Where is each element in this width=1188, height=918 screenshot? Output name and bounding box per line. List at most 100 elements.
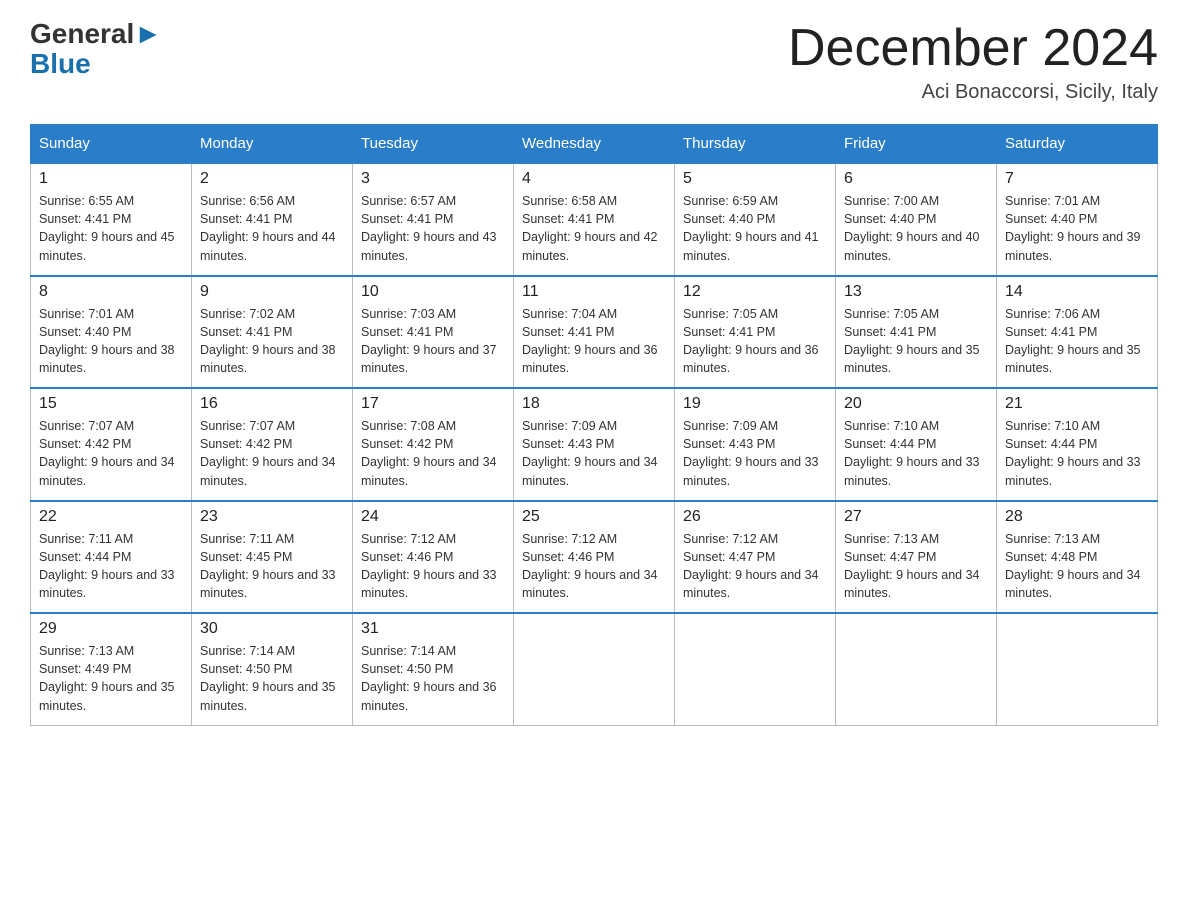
calendar-cell	[675, 613, 836, 725]
day-number: 4	[522, 170, 666, 188]
day-info: Sunrise: 7:13 AMSunset: 4:47 PMDaylight:…	[844, 530, 988, 603]
calendar-cell: 11 Sunrise: 7:04 AMSunset: 4:41 PMDaylig…	[514, 276, 675, 389]
calendar-cell: 9 Sunrise: 7:02 AMSunset: 4:41 PMDayligh…	[192, 276, 353, 389]
logo-arrow-decoration: ►	[134, 18, 162, 49]
day-number: 8	[39, 283, 183, 301]
week-row-4: 22 Sunrise: 7:11 AMSunset: 4:44 PMDaylig…	[31, 501, 1158, 614]
day-number: 13	[844, 283, 988, 301]
day-info: Sunrise: 7:00 AMSunset: 4:40 PMDaylight:…	[844, 192, 988, 265]
week-row-1: 1 Sunrise: 6:55 AMSunset: 4:41 PMDayligh…	[31, 163, 1158, 276]
weekday-header-saturday: Saturday	[997, 125, 1158, 164]
day-number: 15	[39, 395, 183, 413]
calendar-cell: 19 Sunrise: 7:09 AMSunset: 4:43 PMDaylig…	[675, 388, 836, 501]
calendar-cell: 14 Sunrise: 7:06 AMSunset: 4:41 PMDaylig…	[997, 276, 1158, 389]
week-row-2: 8 Sunrise: 7:01 AMSunset: 4:40 PMDayligh…	[31, 276, 1158, 389]
weekday-header-tuesday: Tuesday	[353, 125, 514, 164]
day-info: Sunrise: 7:09 AMSunset: 4:43 PMDaylight:…	[683, 417, 827, 490]
calendar-cell: 24 Sunrise: 7:12 AMSunset: 4:46 PMDaylig…	[353, 501, 514, 614]
logo-blue-text: Blue	[30, 48, 91, 80]
day-info: Sunrise: 7:12 AMSunset: 4:46 PMDaylight:…	[522, 530, 666, 603]
calendar-table: SundayMondayTuesdayWednesdayThursdayFrid…	[30, 124, 1158, 726]
day-info: Sunrise: 7:04 AMSunset: 4:41 PMDaylight:…	[522, 305, 666, 378]
location-subtitle: Aci Bonaccorsi, Sicily, Italy	[788, 81, 1158, 104]
day-number: 28	[1005, 508, 1149, 526]
day-info: Sunrise: 7:06 AMSunset: 4:41 PMDaylight:…	[1005, 305, 1149, 378]
day-info: Sunrise: 7:05 AMSunset: 4:41 PMDaylight:…	[844, 305, 988, 378]
calendar-cell: 7 Sunrise: 7:01 AMSunset: 4:40 PMDayligh…	[997, 163, 1158, 276]
day-info: Sunrise: 6:55 AMSunset: 4:41 PMDaylight:…	[39, 192, 183, 265]
calendar-cell	[514, 613, 675, 725]
calendar-cell: 15 Sunrise: 7:07 AMSunset: 4:42 PMDaylig…	[31, 388, 192, 501]
day-number: 30	[200, 620, 344, 638]
calendar-cell: 16 Sunrise: 7:07 AMSunset: 4:42 PMDaylig…	[192, 388, 353, 501]
calendar-cell: 27 Sunrise: 7:13 AMSunset: 4:47 PMDaylig…	[836, 501, 997, 614]
page-header: General► Blue December 2024 Aci Bonaccor…	[30, 20, 1158, 104]
calendar-cell: 29 Sunrise: 7:13 AMSunset: 4:49 PMDaylig…	[31, 613, 192, 725]
calendar-cell: 17 Sunrise: 7:08 AMSunset: 4:42 PMDaylig…	[353, 388, 514, 501]
day-info: Sunrise: 7:02 AMSunset: 4:41 PMDaylight:…	[200, 305, 344, 378]
logo-general-text: General►	[30, 20, 162, 48]
calendar-cell	[836, 613, 997, 725]
day-number: 7	[1005, 170, 1149, 188]
calendar-cell: 21 Sunrise: 7:10 AMSunset: 4:44 PMDaylig…	[997, 388, 1158, 501]
day-info: Sunrise: 7:10 AMSunset: 4:44 PMDaylight:…	[1005, 417, 1149, 490]
calendar-cell: 1 Sunrise: 6:55 AMSunset: 4:41 PMDayligh…	[31, 163, 192, 276]
day-number: 20	[844, 395, 988, 413]
day-number: 2	[200, 170, 344, 188]
day-info: Sunrise: 7:11 AMSunset: 4:44 PMDaylight:…	[39, 530, 183, 603]
calendar-cell: 31 Sunrise: 7:14 AMSunset: 4:50 PMDaylig…	[353, 613, 514, 725]
logo: General► Blue	[30, 20, 162, 80]
day-number: 6	[844, 170, 988, 188]
calendar-cell: 6 Sunrise: 7:00 AMSunset: 4:40 PMDayligh…	[836, 163, 997, 276]
day-number: 22	[39, 508, 183, 526]
calendar-cell: 13 Sunrise: 7:05 AMSunset: 4:41 PMDaylig…	[836, 276, 997, 389]
day-info: Sunrise: 7:07 AMSunset: 4:42 PMDaylight:…	[39, 417, 183, 490]
title-area: December 2024 Aci Bonaccorsi, Sicily, It…	[788, 20, 1158, 104]
day-number: 10	[361, 283, 505, 301]
day-number: 1	[39, 170, 183, 188]
week-row-3: 15 Sunrise: 7:07 AMSunset: 4:42 PMDaylig…	[31, 388, 1158, 501]
day-info: Sunrise: 7:10 AMSunset: 4:44 PMDaylight:…	[844, 417, 988, 490]
day-number: 25	[522, 508, 666, 526]
day-info: Sunrise: 7:08 AMSunset: 4:42 PMDaylight:…	[361, 417, 505, 490]
day-info: Sunrise: 7:01 AMSunset: 4:40 PMDaylight:…	[39, 305, 183, 378]
day-info: Sunrise: 6:58 AMSunset: 4:41 PMDaylight:…	[522, 192, 666, 265]
day-info: Sunrise: 6:59 AMSunset: 4:40 PMDaylight:…	[683, 192, 827, 265]
day-number: 21	[1005, 395, 1149, 413]
calendar-cell: 22 Sunrise: 7:11 AMSunset: 4:44 PMDaylig…	[31, 501, 192, 614]
calendar-cell: 3 Sunrise: 6:57 AMSunset: 4:41 PMDayligh…	[353, 163, 514, 276]
day-info: Sunrise: 7:12 AMSunset: 4:46 PMDaylight:…	[361, 530, 505, 603]
weekday-header-sunday: Sunday	[31, 125, 192, 164]
day-number: 16	[200, 395, 344, 413]
day-number: 9	[200, 283, 344, 301]
day-number: 5	[683, 170, 827, 188]
day-number: 12	[683, 283, 827, 301]
weekday-header-friday: Friday	[836, 125, 997, 164]
calendar-cell: 20 Sunrise: 7:10 AMSunset: 4:44 PMDaylig…	[836, 388, 997, 501]
calendar-cell: 8 Sunrise: 7:01 AMSunset: 4:40 PMDayligh…	[31, 276, 192, 389]
weekday-header-wednesday: Wednesday	[514, 125, 675, 164]
calendar-cell: 10 Sunrise: 7:03 AMSunset: 4:41 PMDaylig…	[353, 276, 514, 389]
day-info: Sunrise: 7:13 AMSunset: 4:49 PMDaylight:…	[39, 642, 183, 715]
calendar-cell: 2 Sunrise: 6:56 AMSunset: 4:41 PMDayligh…	[192, 163, 353, 276]
day-number: 31	[361, 620, 505, 638]
calendar-cell: 12 Sunrise: 7:05 AMSunset: 4:41 PMDaylig…	[675, 276, 836, 389]
day-info: Sunrise: 6:57 AMSunset: 4:41 PMDaylight:…	[361, 192, 505, 265]
calendar-cell: 30 Sunrise: 7:14 AMSunset: 4:50 PMDaylig…	[192, 613, 353, 725]
day-info: Sunrise: 6:56 AMSunset: 4:41 PMDaylight:…	[200, 192, 344, 265]
day-info: Sunrise: 7:03 AMSunset: 4:41 PMDaylight:…	[361, 305, 505, 378]
weekday-header-monday: Monday	[192, 125, 353, 164]
day-info: Sunrise: 7:09 AMSunset: 4:43 PMDaylight:…	[522, 417, 666, 490]
calendar-cell: 23 Sunrise: 7:11 AMSunset: 4:45 PMDaylig…	[192, 501, 353, 614]
calendar-cell: 28 Sunrise: 7:13 AMSunset: 4:48 PMDaylig…	[997, 501, 1158, 614]
calendar-cell: 26 Sunrise: 7:12 AMSunset: 4:47 PMDaylig…	[675, 501, 836, 614]
day-number: 14	[1005, 283, 1149, 301]
calendar-cell: 25 Sunrise: 7:12 AMSunset: 4:46 PMDaylig…	[514, 501, 675, 614]
day-info: Sunrise: 7:14 AMSunset: 4:50 PMDaylight:…	[200, 642, 344, 715]
day-number: 19	[683, 395, 827, 413]
calendar-cell: 4 Sunrise: 6:58 AMSunset: 4:41 PMDayligh…	[514, 163, 675, 276]
calendar-cell: 5 Sunrise: 6:59 AMSunset: 4:40 PMDayligh…	[675, 163, 836, 276]
day-info: Sunrise: 7:12 AMSunset: 4:47 PMDaylight:…	[683, 530, 827, 603]
day-number: 26	[683, 508, 827, 526]
weekday-header-thursday: Thursday	[675, 125, 836, 164]
